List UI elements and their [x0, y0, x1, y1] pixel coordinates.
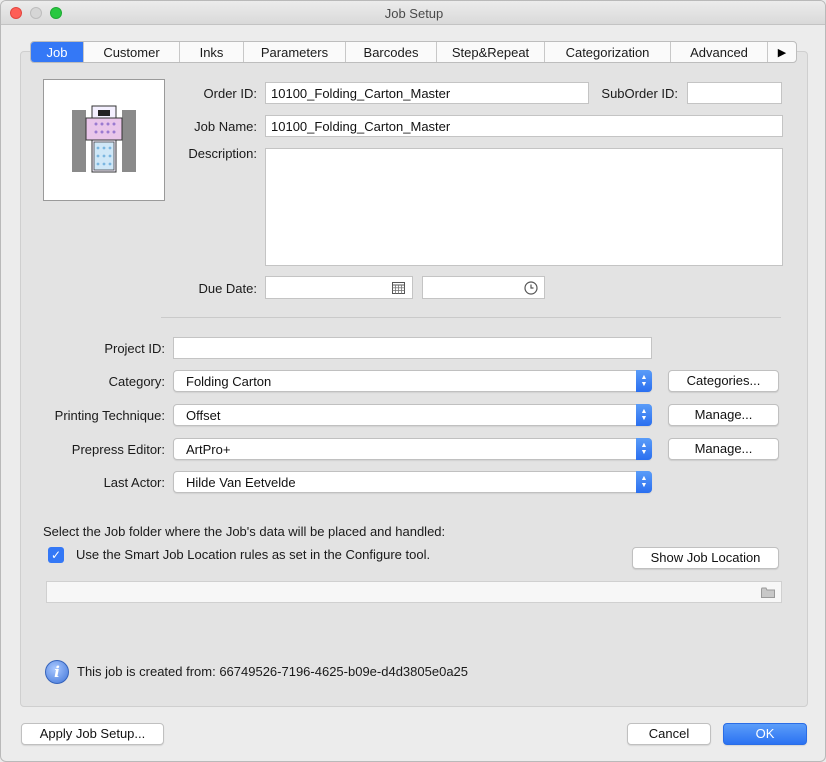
job-name-field[interactable]: 10100_Folding_Carton_Master — [265, 115, 783, 137]
last-actor-label: Last Actor: — [103, 475, 165, 490]
carton-preview-image — [72, 105, 136, 173]
smart-rules-label: Use the Smart Job Location rules as set … — [76, 547, 431, 562]
calendar-icon[interactable] — [392, 281, 405, 294]
prepress-editor-select[interactable]: ArtPro+ ▲ ▼ — [173, 438, 652, 460]
tab-inks[interactable]: Inks — [180, 42, 244, 62]
last-actor-value: Hilde Van Eetvelde — [186, 475, 296, 490]
suborder-id-label: SubOrder ID: — [601, 86, 678, 101]
job-thumbnail — [43, 79, 165, 201]
description-label: Description: — [188, 146, 257, 161]
cancel-button[interactable]: Cancel — [627, 723, 711, 745]
chevron-updown-icon: ▲ ▼ — [636, 438, 652, 460]
job-folder-prompt: Select the Job folder where the Job's da… — [43, 524, 446, 539]
categories-button[interactable]: Categories... — [668, 370, 779, 392]
description-textarea[interactable] — [265, 148, 783, 266]
printing-technique-label: Printing Technique: — [54, 408, 165, 423]
due-date-field[interactable] — [265, 276, 413, 299]
prepress-editor-label: Prepress Editor: — [71, 442, 165, 457]
tab-job[interactable]: Job — [31, 42, 84, 62]
job-location-path-field — [46, 581, 782, 603]
created-from-text: This job is created from: 66749526-7196-… — [77, 664, 469, 679]
tab-categorization[interactable]: Categorization — [545, 42, 671, 62]
window-title: Job Setup — [384, 6, 444, 21]
category-select[interactable]: Folding Carton ▲ ▼ — [173, 370, 652, 392]
printing-technique-value: Offset — [186, 408, 221, 423]
project-id-label: Project ID: — [104, 341, 165, 356]
job-name-label: Job Name: — [194, 119, 257, 134]
order-id-label: Order ID: — [203, 86, 257, 101]
order-id-field[interactable]: 10100_Folding_Carton_Master — [265, 82, 589, 104]
project-id-field[interactable] — [173, 337, 652, 359]
tab-customer[interactable]: Customer — [84, 42, 180, 62]
triangle-right-icon: ▶ — [777, 46, 787, 59]
show-job-location-button[interactable]: Show Job Location — [632, 547, 779, 569]
tab-bar: Job Customer Inks Parameters Barcodes St… — [30, 41, 797, 63]
category-label: Category: — [108, 374, 165, 389]
checkmark-icon: ✓ — [50, 548, 62, 562]
printing-technique-manage-button[interactable]: Manage... — [668, 404, 779, 426]
chevron-updown-icon: ▲ ▼ — [636, 471, 652, 493]
last-actor-select[interactable]: Hilde Van Eetvelde ▲ ▼ — [173, 471, 652, 493]
chevron-updown-icon: ▲ ▼ — [636, 404, 652, 426]
printing-technique-select[interactable]: Offset ▲ ▼ — [173, 404, 652, 426]
clock-icon[interactable] — [524, 281, 538, 295]
prepress-editor-value: ArtPro+ — [186, 442, 231, 457]
smart-rules-checkbox[interactable]: ✓ — [48, 547, 64, 563]
category-value: Folding Carton — [186, 374, 272, 389]
section-divider — [161, 317, 781, 318]
info-icon: i — [45, 660, 69, 684]
job-setup-window: Job Setup Job Customer Inks Parameters B… — [0, 0, 826, 762]
prepress-editor-manage-button[interactable]: Manage... — [668, 438, 779, 460]
tab-advanced[interactable]: Advanced — [671, 42, 768, 62]
chevron-updown-icon: ▲ ▼ — [636, 370, 652, 392]
apply-job-setup-button[interactable]: Apply Job Setup... — [21, 723, 164, 745]
tab-parameters[interactable]: Parameters — [244, 42, 346, 62]
title-bar: Job Setup — [1, 1, 825, 25]
folder-icon[interactable] — [761, 587, 775, 598]
tab-barcodes[interactable]: Barcodes — [346, 42, 437, 62]
tab-overflow-button[interactable]: ▶ — [768, 42, 796, 62]
ok-button[interactable]: OK — [723, 723, 807, 745]
due-time-field[interactable] — [422, 276, 545, 299]
tab-step-repeat[interactable]: Step&Repeat — [437, 42, 545, 62]
due-date-label: Due Date: — [198, 281, 257, 296]
suborder-id-field[interactable] — [687, 82, 782, 104]
